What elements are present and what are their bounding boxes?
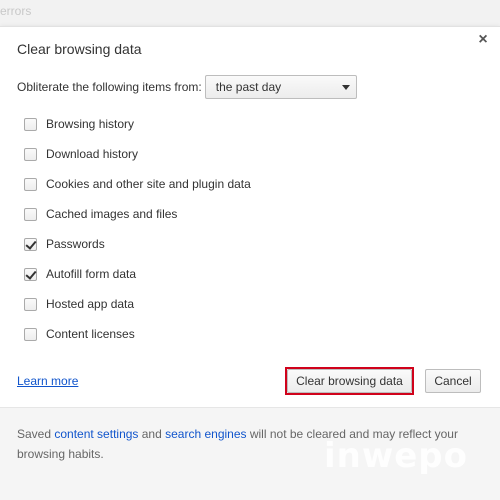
item-label: Cookies and other site and plugin data [46,177,251,191]
item-label: Autofill form data [46,267,137,281]
data-items-list: Browsing history Download history Cookie… [24,109,251,349]
chevron-down-icon [341,85,350,90]
item-label: Hosted app data [46,297,135,311]
item-browsing-history[interactable]: Browsing history [24,109,251,139]
item-hosted-app-data[interactable]: Hosted app data [24,289,251,319]
item-cookies[interactable]: Cookies and other site and plugin data [24,169,251,199]
content-settings-link[interactable]: content settings [54,427,138,441]
cancel-button[interactable]: Cancel [425,369,481,393]
checkbox[interactable] [24,267,37,281]
item-content-licenses[interactable]: Content licenses [24,319,251,349]
item-autofill[interactable]: Autofill form data [24,259,251,289]
background-text: errors [0,4,32,18]
item-download-history[interactable]: Download history [24,139,251,169]
checkbox[interactable] [24,207,37,221]
footer-text-prefix: Saved [17,427,55,441]
time-range-value: the past day [215,80,282,94]
close-icon[interactable]: × [474,31,492,49]
clear-browsing-data-button[interactable]: Clear browsing data [287,369,412,393]
checkbox[interactable] [24,117,37,131]
checkbox[interactable] [24,297,37,311]
footer-text-middle: and [138,427,166,441]
checkbox[interactable] [24,237,37,251]
dialog-title: Clear browsing data [17,41,142,57]
item-passwords[interactable]: Passwords [24,229,251,259]
obliterate-label: Obliterate the following items from: [17,80,202,94]
checkbox[interactable] [24,147,37,161]
checkbox[interactable] [24,177,37,191]
dialog-footer: Saved content settings and search engine… [0,407,500,500]
time-range-row: Obliterate the following items from: the… [17,75,357,99]
item-label: Browsing history [46,117,135,131]
item-label: Cached images and files [46,207,178,221]
item-cached-images[interactable]: Cached images and files [24,199,251,229]
item-label: Passwords [46,237,105,251]
learn-more-link[interactable]: Learn more [17,374,78,388]
clear-browsing-data-dialog: Clear browsing data × Obliterate the fol… [0,26,500,500]
checkbox[interactable] [24,327,37,341]
time-range-select[interactable]: the past day [204,75,357,99]
item-label: Content licenses [46,327,135,341]
item-label: Download history [46,147,139,161]
search-engines-link[interactable]: search engines [165,427,246,441]
